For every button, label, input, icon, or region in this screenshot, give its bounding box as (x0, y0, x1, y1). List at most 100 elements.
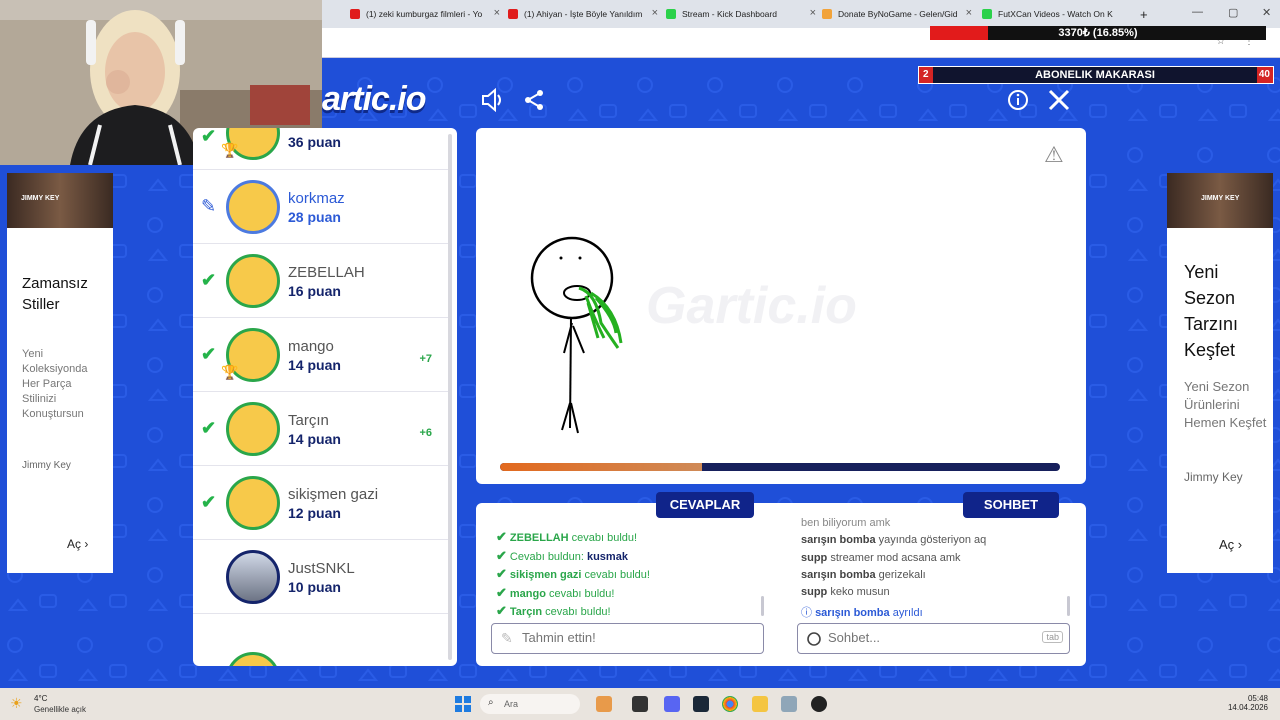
browser-tab[interactable]: (1) Ahiyan - İşte Böyle Yanıldım × (508, 5, 658, 23)
pencil-icon: ✎ (501, 630, 513, 646)
ad-title: Yeni Sezon Tarzını Keşfet (1184, 262, 1239, 360)
file-explorer-icon[interactable] (752, 696, 768, 712)
close-tab-icon[interactable]: × (494, 7, 500, 19)
gartic-logo[interactable]: artic.io (322, 80, 426, 119)
answer-line: ✔ Tarçın cevabı buldu! (496, 603, 611, 619)
new-tab-button[interactable]: + (1140, 5, 1148, 23)
browser-tab[interactable]: Stream - Kick Dashboard × (666, 5, 816, 23)
check-icon: ✔ (201, 492, 217, 512)
chat-scrollbar[interactable] (1067, 596, 1070, 616)
round-timer-fill (500, 463, 702, 471)
sub-count-left: 2 (923, 69, 929, 80)
answers-scrollbar[interactable] (761, 596, 764, 616)
guess-input[interactable] (522, 630, 702, 645)
chat-text: keko musun (830, 586, 890, 598)
player-avatar (226, 652, 280, 666)
search-label: Ara (504, 699, 519, 709)
weather-text: Genellikle açık (34, 705, 87, 714)
donation-goal-max: TRY20000 (1180, 44, 1242, 59)
drawing-canvas[interactable]: Gartic.io ⚠ (476, 128, 1086, 484)
plus-icon: + (1140, 6, 1148, 22)
answers-tab[interactable]: CEVAPLAR (656, 492, 754, 518)
report-icon[interactable]: ⚠ (1044, 142, 1064, 168)
ad-open-button[interactable]: Aç › (67, 537, 88, 551)
browser-tab[interactable]: (1) zeki kumburgaz filmleri - Yo × (350, 5, 500, 23)
browser-tab[interactable]: Donate ByNoGame - Gelen/Gid × (822, 5, 972, 23)
maximize-icon[interactable]: ▢ (1228, 6, 1238, 19)
player-row[interactable]: ✔ 🏆 36 puan (193, 128, 448, 170)
answer-line: ✔ sikişmen gazi cevabı buldu! (496, 566, 650, 582)
answer-text: cevabı buldu! (584, 569, 650, 581)
answer-text: cevabı buldu! (545, 606, 611, 618)
tab-title: FutXCan Videos - Watch On K (998, 9, 1113, 19)
chat-system-message: ⓘ sarışın bomba ayrıldı (801, 604, 923, 620)
player-avatar (226, 550, 280, 604)
round-timer-bar (500, 463, 1060, 471)
minimize-icon[interactable]: — (1192, 6, 1203, 18)
player-row[interactable]: JustSNKL 10 puan (193, 540, 448, 614)
kick-icon (982, 9, 992, 19)
chat-input[interactable] (828, 630, 1008, 645)
close-tab-icon[interactable]: × (652, 7, 658, 19)
answer-text: cevabı buldu! (571, 532, 638, 544)
share-icon[interactable] (522, 88, 546, 117)
player-points: 12 puan (288, 505, 341, 521)
clock-date: 14.04.2026 (1227, 703, 1268, 712)
player-list-scrollbar[interactable] (448, 134, 452, 660)
player-row[interactable]: ✔ 🏆 mango 14 puan +7 (193, 318, 448, 392)
discord-icon[interactable] (664, 696, 680, 712)
info-icon[interactable] (1007, 89, 1029, 116)
player-row[interactable]: ✔ sikişmen gazi 12 puan (193, 466, 448, 540)
ad-footer: Jimmy Key (1184, 470, 1243, 484)
sound-icon[interactable] (480, 87, 506, 117)
chat-user: supp (801, 552, 828, 564)
drawing (530, 236, 623, 434)
player-points: 10 puan (288, 579, 341, 595)
close-window-icon[interactable]: ✕ (1262, 6, 1271, 19)
task-view-icon[interactable] (632, 696, 648, 712)
chat-user: sarışın bomba (801, 534, 876, 546)
tab-title: (1) Ahiyan - İşte Böyle Yanıldım (524, 9, 643, 19)
player-row[interactable]: ✔ ZEBELLAH 16 puan (193, 244, 448, 318)
guess-input-box[interactable]: ✎ (491, 623, 764, 654)
weather-icon[interactable]: ☀ (10, 695, 23, 712)
close-icon[interactable] (1047, 88, 1071, 117)
answer-player: sikişmen gazi (509, 569, 582, 581)
player-row[interactable]: ✔ Tarçın 14 puan +6 (193, 392, 448, 466)
answer-prefix: Cevabı buldun: (509, 551, 584, 563)
pencil-icon: ✎ (201, 196, 217, 216)
chat-message: supp streamer mod acsana amk (801, 552, 961, 564)
chat-text: streamer mod acsana amk (830, 552, 961, 564)
clock-time: 05:48 (1247, 694, 1268, 703)
obs-icon[interactable] (811, 696, 827, 712)
chat-input-box[interactable]: tab (797, 623, 1070, 654)
taskbar-search[interactable]: ⌕ Ara (480, 694, 580, 714)
browser-tab-bar: (1) zeki kumburgaz filmleri - Yo × (1) A… (322, 0, 1280, 28)
close-tab-icon[interactable]: × (966, 7, 972, 19)
answer-player: Tarçın (509, 606, 543, 618)
player-row[interactable]: ✎ korkmaz 28 puan (193, 170, 448, 244)
chat-bubble-icon (807, 632, 821, 646)
left-ad-banner[interactable]: JIMMY KEY Zamansız Stiller Yeni Koleksiy… (7, 173, 113, 573)
chrome-icon[interactable] (722, 696, 738, 712)
answer-line: ✔ Cevabı buldun: kusmak (496, 548, 628, 564)
chat-tab[interactable]: SOHBET (963, 492, 1059, 518)
player-bonus: +6 (419, 427, 432, 439)
player-points: 16 puan (288, 283, 341, 299)
ad-brand: JIMMY KEY (1201, 195, 1240, 202)
widget-icon[interactable] (596, 696, 612, 712)
check-icon: ✔ (496, 529, 507, 544)
right-ad-banner[interactable]: JIMMY KEY Yeni Sezon Tarzını Keşfet Yeni… (1167, 173, 1273, 573)
chat-user: supp (801, 586, 828, 598)
player-avatar (226, 254, 280, 308)
clock[interactable]: 05:48 14.04.2026 (1228, 694, 1268, 712)
browser-tab[interactable]: FutXCan Videos - Watch On K (982, 5, 1132, 23)
windows-start-icon[interactable] (455, 696, 471, 712)
chat-message: ben biliyorum amk (801, 517, 890, 529)
settings-icon[interactable] (781, 696, 797, 712)
check-icon: ✔ (201, 128, 217, 146)
steam-icon[interactable] (693, 696, 709, 712)
answer-line: ✔ mango cevabı buldu! (496, 585, 614, 601)
ad-open-button[interactable]: Aç › (1219, 537, 1242, 552)
close-tab-icon[interactable]: × (810, 7, 816, 19)
